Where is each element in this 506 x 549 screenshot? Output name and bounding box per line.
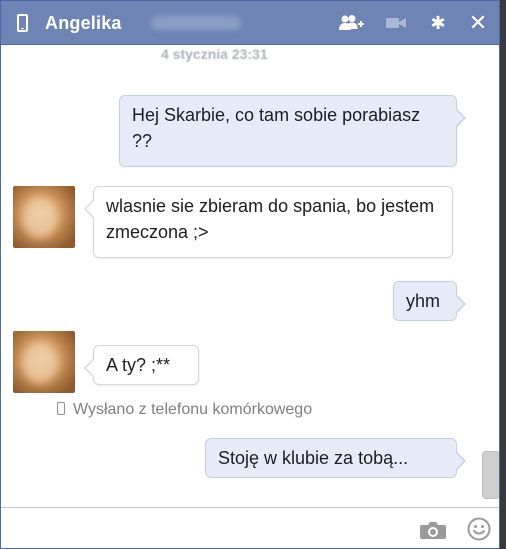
- message-text: Stoję w klubie za tobą...: [218, 448, 409, 468]
- sent-from-mobile-text: Wysłano z telefonu komórkowego: [73, 401, 313, 418]
- message-input[interactable]: [9, 514, 403, 546]
- message-text: yhm: [406, 291, 441, 311]
- avatar[interactable]: [13, 186, 75, 248]
- camera-icon[interactable]: [419, 520, 447, 540]
- smiley-icon[interactable]: [467, 517, 491, 541]
- message-bubble-outgoing[interactable]: yhm: [393, 281, 466, 321]
- avatar[interactable]: [13, 331, 75, 393]
- mobile-phone-icon: [57, 402, 65, 415]
- background-strip: [500, 0, 506, 549]
- gear-icon[interactable]: ✱: [425, 11, 451, 35]
- add-friend-icon[interactable]: [339, 11, 365, 35]
- phone-icon: [17, 14, 28, 32]
- message-text: Hej Skarbie, co tam sobie porabiasz ??: [132, 105, 421, 151]
- message-bubble-outgoing[interactable]: Stoję w klubie za tobą...: [205, 438, 466, 478]
- message-timestamp: 4 stycznia 23:31: [161, 46, 268, 62]
- scrollbar-thumb[interactable]: [482, 451, 499, 499]
- contact-name[interactable]: Angelika: [45, 12, 122, 34]
- redacted-surname: [151, 16, 241, 30]
- chat-titlebar[interactable]: Angelika ✱ ✕: [1, 1, 499, 45]
- message-bubble-incoming[interactable]: wlasnie sie zbieram do spania, bo jestem…: [84, 186, 453, 258]
- composer-bar: [1, 507, 499, 548]
- sent-from-mobile-note: Wysłano z telefonu komórkowego: [57, 401, 312, 419]
- close-icon[interactable]: ✕: [465, 11, 491, 35]
- message-bubble-incoming[interactable]: A ty? ;**: [84, 345, 199, 385]
- chat-window: Angelika ✱ ✕ 4 stycznia 23:31 Hej Skarbi…: [0, 0, 500, 549]
- message-text: A ty? ;**: [106, 355, 171, 375]
- message-list[interactable]: 4 stycznia 23:31 Hej Skarbie, co tam sob…: [1, 45, 499, 507]
- message-text: wlasnie sie zbieram do spania, bo jestem…: [106, 196, 435, 242]
- message-bubble-outgoing[interactable]: Hej Skarbie, co tam sobie porabiasz ??: [119, 95, 466, 167]
- video-icon[interactable]: [383, 11, 409, 35]
